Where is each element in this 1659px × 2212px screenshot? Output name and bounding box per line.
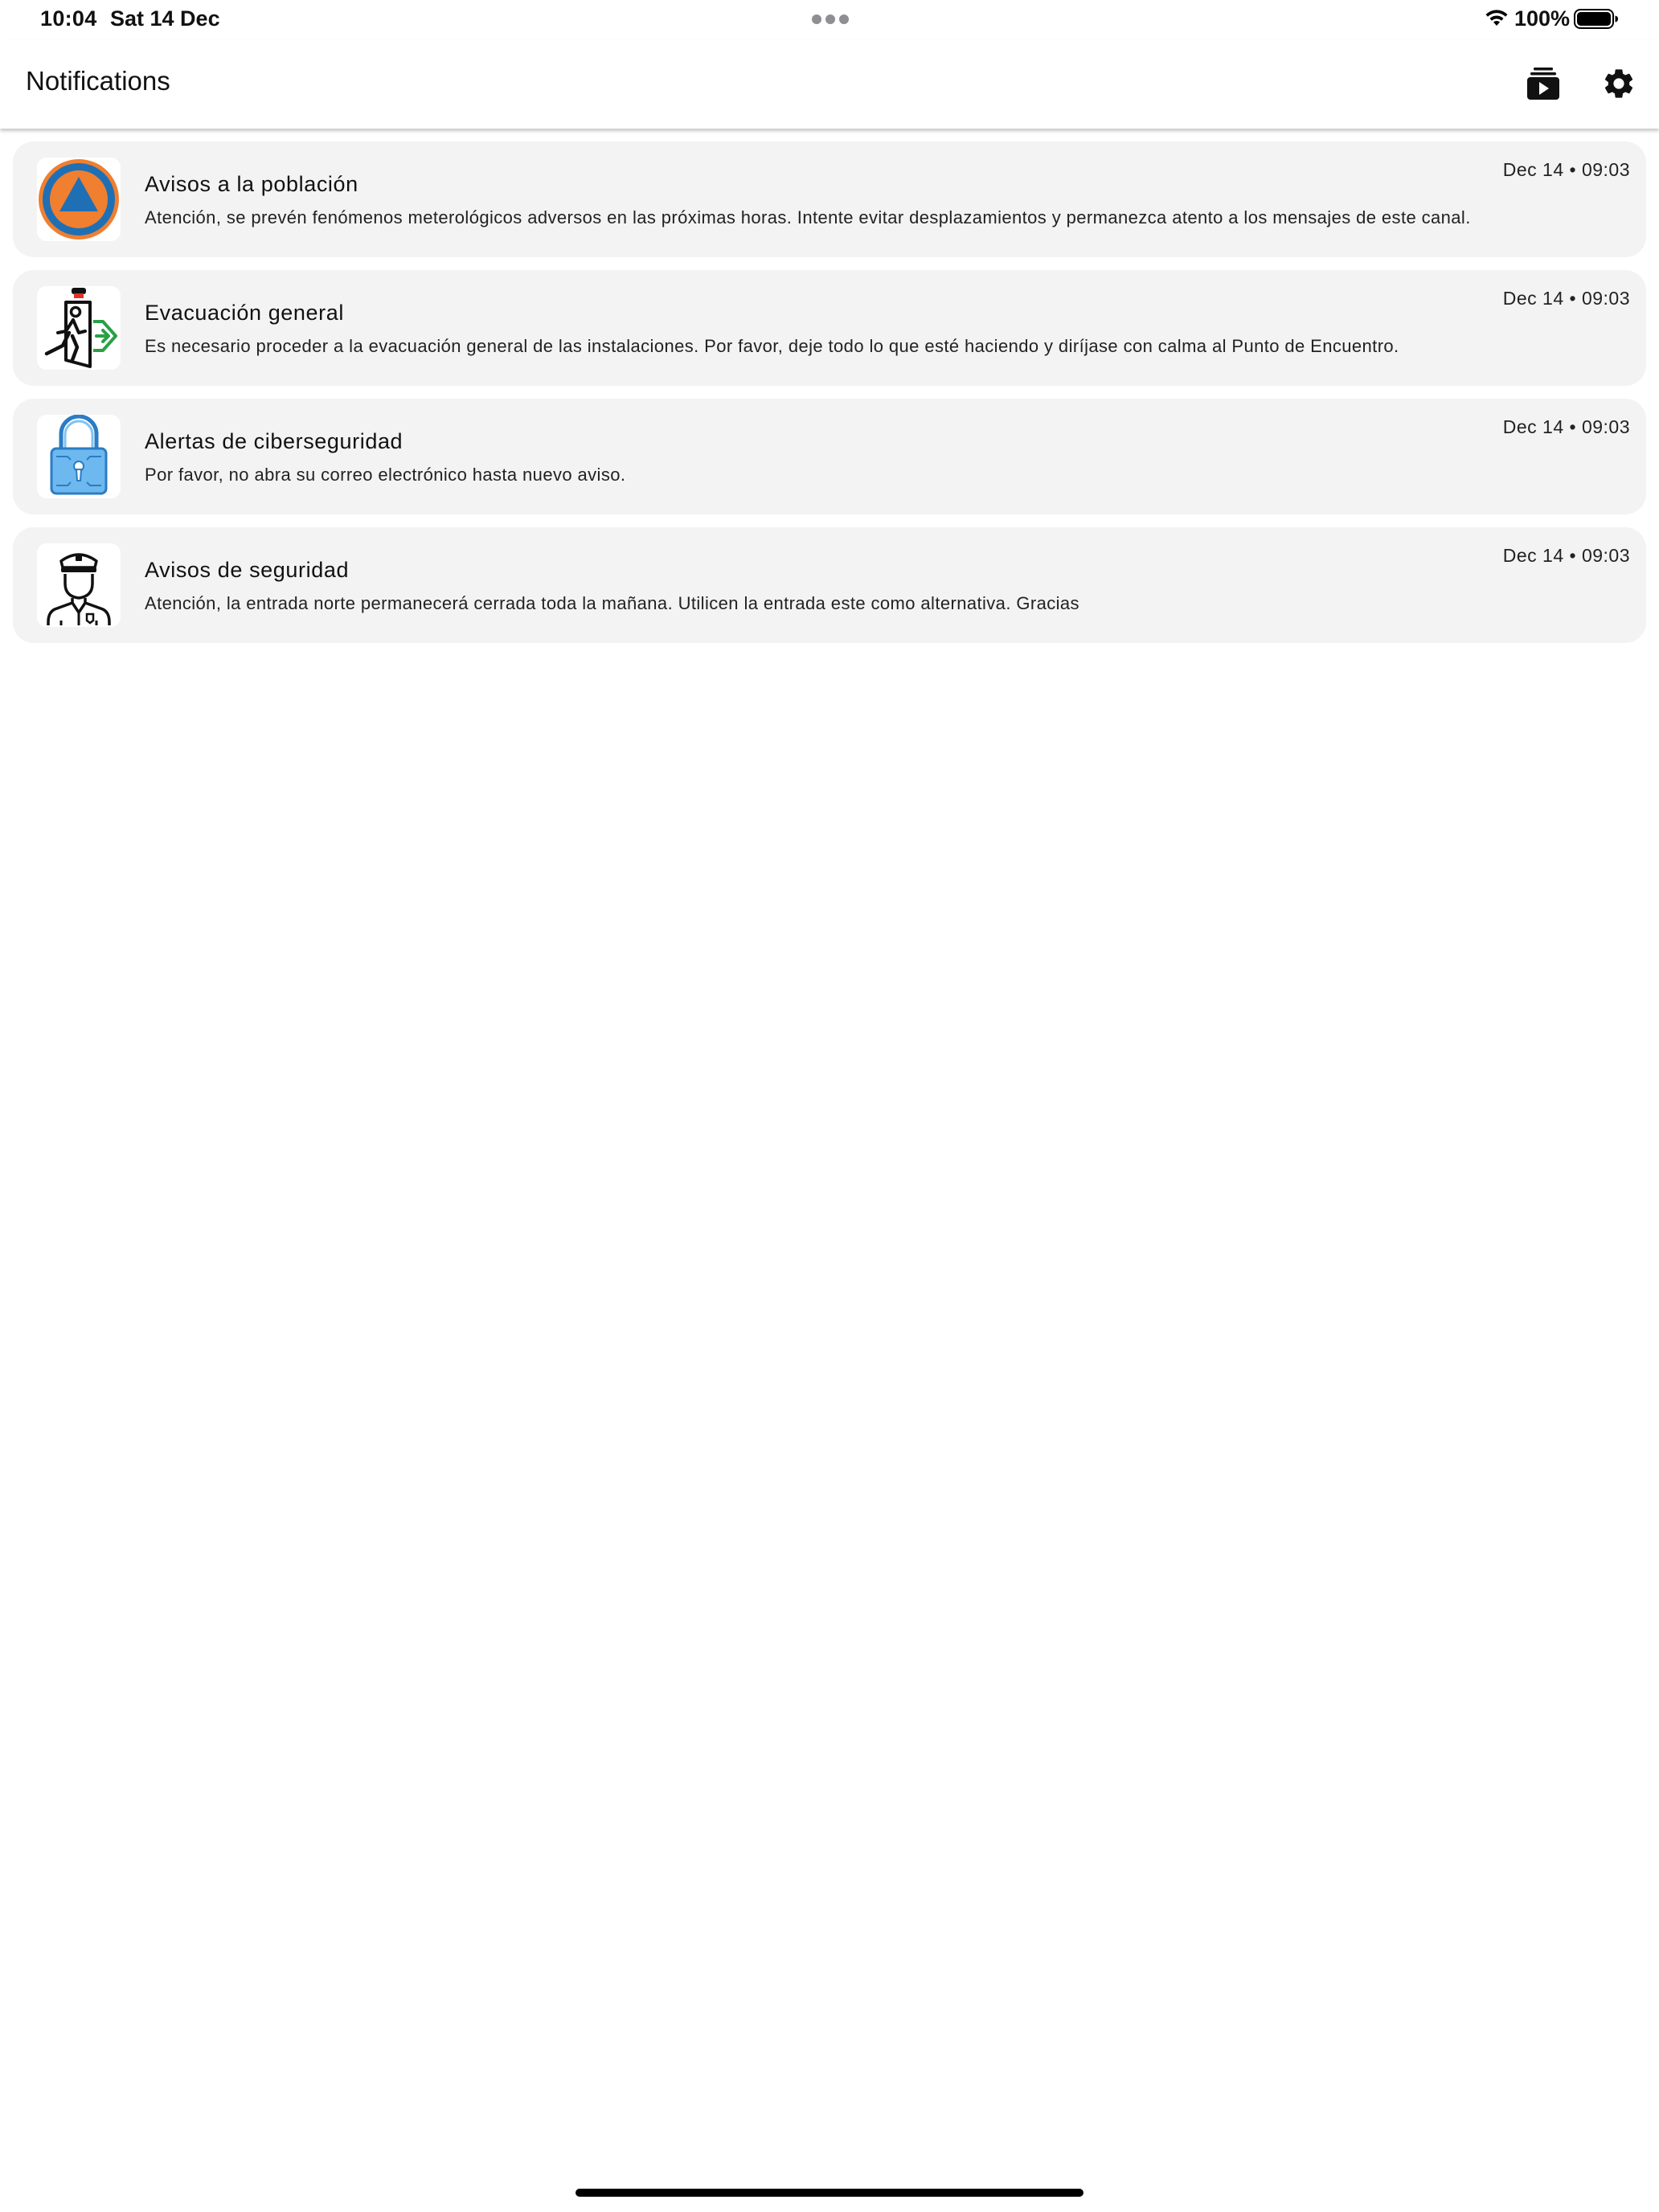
notification-timestamp: Dec 14 • 09:03 xyxy=(1502,416,1630,437)
status-date: Sat 14 Dec xyxy=(110,6,220,31)
battery-icon xyxy=(1574,9,1618,29)
notification-body: Atención, se prevén fenómenos meterológi… xyxy=(145,207,1471,227)
notification-thumbnail xyxy=(37,158,121,241)
notification-thumbnail xyxy=(37,543,121,627)
wifi-icon xyxy=(1485,10,1508,26)
notification-body: Es necesario proceder a la evacuación ge… xyxy=(145,336,1399,356)
media-library-icon xyxy=(1527,68,1559,100)
notification-card[interactable]: Avisos de seguridad Atención, la entrada… xyxy=(13,527,1646,643)
notification-list: Avisos a la población Atención, se prevé… xyxy=(13,141,1646,656)
settings-button[interactable] xyxy=(1593,58,1645,109)
page-title: Notifications xyxy=(26,66,170,96)
notification-title: Avisos a la población xyxy=(145,172,358,196)
notification-thumbnail xyxy=(37,415,121,498)
notification-title: Evacuación general xyxy=(145,301,344,325)
battery-percentage: 100% xyxy=(1514,6,1571,31)
notification-body: Por favor, no abra su correo electrónico… xyxy=(145,465,626,485)
multitasking-dots-icon[interactable] xyxy=(812,14,849,24)
notification-card[interactable]: Alertas de ciberseguridad Por favor, no … xyxy=(13,399,1646,514)
gear-icon xyxy=(1604,69,1633,98)
notification-title: Avisos de seguridad xyxy=(145,558,350,582)
civil-protection-icon xyxy=(39,159,119,240)
status-bar: 10:04 Sat 14 Dec 100% xyxy=(0,0,1659,40)
home-indicator[interactable] xyxy=(576,2189,1083,2197)
notification-title: Alertas de ciberseguridad xyxy=(145,429,403,453)
notification-timestamp: Dec 14 • 09:03 xyxy=(1502,288,1630,309)
status-time: 10:04 xyxy=(40,6,97,31)
notification-card[interactable]: Evacuación general Es necesario proceder… xyxy=(13,270,1646,386)
emergency-exit-icon xyxy=(44,288,117,368)
cyber-lock-icon xyxy=(50,415,108,495)
app-bar: Notifications xyxy=(0,40,1659,129)
notification-card[interactable]: Avisos a la población Atención, se prevé… xyxy=(13,141,1646,257)
notification-body: Atención, la entrada norte permanecerá c… xyxy=(145,593,1079,613)
security-guard-icon xyxy=(47,553,111,625)
notification-timestamp: Dec 14 • 09:03 xyxy=(1502,545,1630,566)
notification-thumbnail xyxy=(37,286,121,370)
media-library-button[interactable] xyxy=(1518,58,1569,109)
notification-timestamp: Dec 14 • 09:03 xyxy=(1502,159,1630,180)
